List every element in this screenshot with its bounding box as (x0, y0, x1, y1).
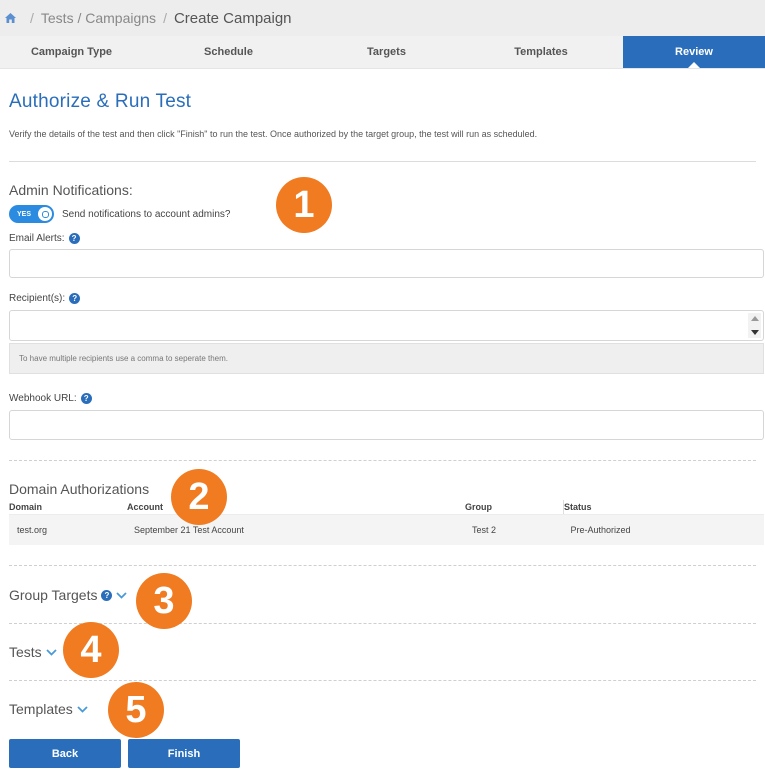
home-icon[interactable] (4, 12, 17, 24)
toggle-label: YES (17, 210, 32, 218)
finish-button[interactable]: Finish (128, 739, 240, 768)
breadcrumb-separator: / (30, 10, 34, 26)
table-row: test.org September 21 Test Account Test … (9, 514, 764, 545)
recipients-label: Recipient(s): (9, 293, 66, 304)
column-group: Group (465, 500, 564, 515)
divider (9, 565, 756, 566)
cell-account: September 21 Test Account (127, 514, 465, 545)
scroll-up-icon[interactable] (750, 316, 759, 321)
step-badge-2: 2 (171, 469, 227, 525)
column-domain: Domain (9, 500, 127, 515)
breadcrumb-separator: / (163, 10, 167, 26)
divider (9, 161, 756, 162)
step-targets[interactable]: Targets (314, 36, 459, 68)
back-button[interactable]: Back (9, 739, 121, 768)
cell-domain: test.org (9, 514, 127, 545)
scroll-down-icon[interactable] (750, 330, 759, 335)
recipients-textarea[interactable] (9, 310, 764, 341)
breadcrumb: / Tests / Campaigns / Create Campaign (0, 0, 765, 36)
wizard-steps: Campaign Type Schedule Targets Templates… (0, 36, 765, 69)
group-targets-heading: Group Targets (9, 587, 98, 603)
divider (9, 623, 756, 624)
intro-text: Verify the details of the test and then … (9, 129, 538, 139)
domain-table: Domain Account Group Status test.org Sep… (9, 500, 764, 545)
notifications-toggle[interactable]: YES (9, 205, 54, 223)
help-icon[interactable]: ? (80, 393, 92, 404)
chevron-down-icon[interactable] (115, 590, 128, 600)
email-alerts-label: Email Alerts: (9, 233, 65, 244)
cell-status: Pre-Authorized (563, 514, 764, 545)
webhook-url-input[interactable] (9, 410, 764, 440)
cell-group: Test 2 (465, 514, 564, 545)
step-badge-3: 3 (136, 573, 192, 629)
step-review[interactable]: Review (623, 36, 765, 68)
tests-toggle[interactable]: Tests (9, 643, 756, 661)
webhook-url-label: Webhook URL: (9, 393, 77, 404)
breadcrumb-tests-campaigns[interactable]: Tests / Campaigns (41, 10, 156, 26)
divider (9, 460, 756, 461)
email-alerts-input[interactable] (9, 249, 764, 278)
chevron-down-icon[interactable] (45, 647, 58, 657)
recipients-hint: To have multiple recipients use a comma … (9, 343, 764, 374)
chevron-down-icon[interactable] (76, 704, 89, 714)
step-templates[interactable]: Templates (459, 36, 623, 68)
help-icon[interactable]: ? (69, 293, 81, 304)
group-targets-toggle[interactable]: Group Targets ? (9, 586, 756, 604)
step-schedule[interactable]: Schedule (143, 36, 314, 68)
breadcrumb-current: Create Campaign (173, 9, 292, 27)
column-status: Status (563, 500, 764, 515)
help-icon[interactable]: ? (68, 233, 80, 244)
step-badge-5: 5 (108, 682, 164, 738)
templates-heading: Templates (9, 701, 73, 717)
textarea-scroll-arrows[interactable] (748, 313, 761, 338)
page-title: Authorize & Run Test (9, 91, 192, 112)
divider (9, 680, 756, 681)
domain-authorizations-heading: Domain Authorizations (9, 481, 150, 497)
admin-notifications-heading: Admin Notifications: (9, 182, 133, 198)
toggle-description: Send notifications to account admins? (62, 208, 231, 220)
help-icon[interactable]: ? (101, 589, 113, 601)
step-badge-1: 1 (276, 177, 332, 233)
step-badge-4: 4 (63, 622, 119, 678)
toggle-knob (38, 207, 52, 221)
tests-heading: Tests (9, 644, 42, 660)
step-campaign-type[interactable]: Campaign Type (0, 36, 143, 68)
